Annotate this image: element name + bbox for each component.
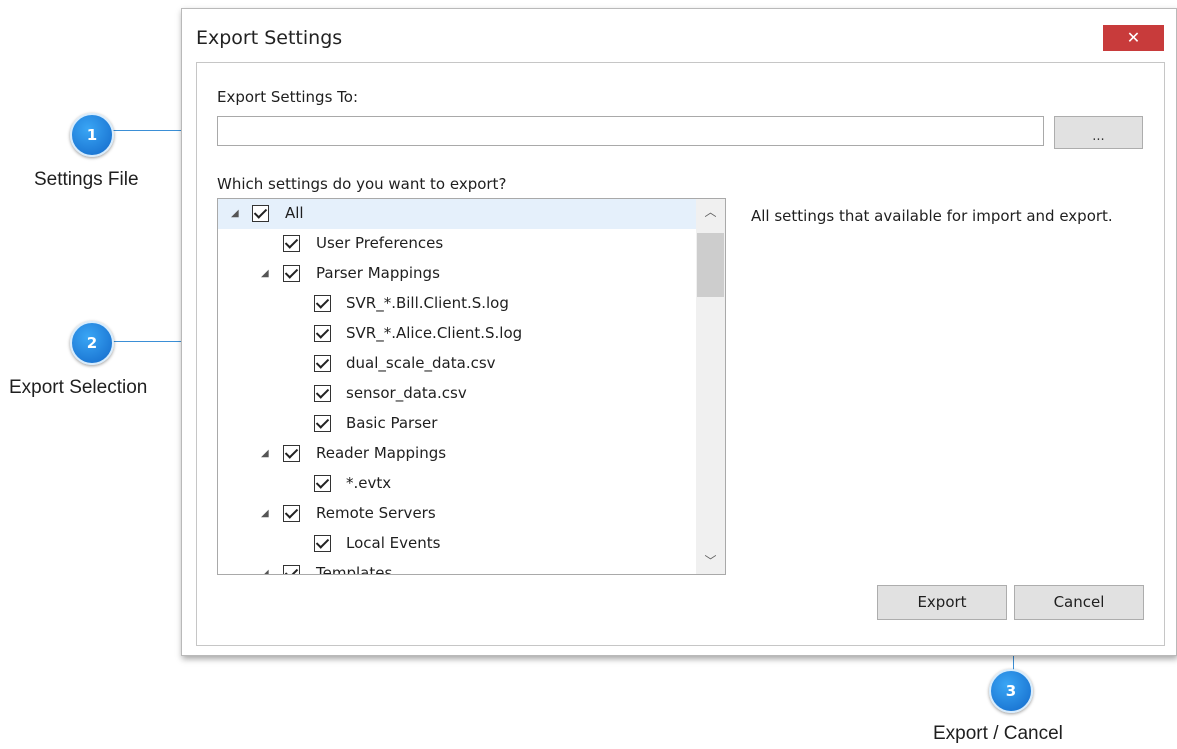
expand-arrow-icon[interactable]: ◢ [261,565,271,574]
export-settings-dialog: Export Settings ✕ Export Settings To: ..… [181,8,1177,656]
tree-item-basic-parser[interactable]: Basic Parser [218,409,696,439]
callout-3-label: Export / Cancel [933,723,1063,744]
checkbox[interactable] [283,265,300,282]
close-button[interactable]: ✕ [1103,25,1164,51]
close-icon: ✕ [1126,28,1141,47]
checkbox[interactable] [314,355,331,372]
tree-scrollbar[interactable]: ︿ ﹀ [696,199,725,574]
checkbox[interactable] [314,295,331,312]
tree-item-label: Parser Mappings [316,264,440,282]
browse-button[interactable]: ... [1054,116,1143,149]
dialog-body: Export Settings To: ... Which settings d… [196,62,1165,646]
tree-item-label: dual_scale_data.csv [346,354,496,372]
tree-item-sensor-data[interactable]: sensor_data.csv [218,379,696,409]
checkbox[interactable] [283,565,300,574]
tree-item-label: Templates [316,564,393,575]
tree-item-label: All [285,204,304,222]
callout-2-label: Export Selection [9,377,148,398]
setting-description: All settings that available for import a… [751,207,1113,225]
scroll-down-icon[interactable]: ﹀ [696,548,725,574]
checkbox[interactable] [283,505,300,522]
cancel-button[interactable]: Cancel [1014,585,1144,620]
export-button[interactable]: Export [877,585,1007,620]
tree-item-all[interactable]: ◢ All [218,199,696,229]
callout-1-label: Settings File [34,169,139,190]
tree-item-label: Basic Parser [346,414,438,432]
tree-item-alice-log[interactable]: SVR_*.Alice.Client.S.log [218,319,696,349]
checkbox[interactable] [283,235,300,252]
export-to-label: Export Settings To: [217,88,359,106]
tree-item-parser-mappings[interactable]: ◢ Parser Mappings [218,259,696,289]
which-settings-label: Which settings do you want to export? [217,175,507,193]
tree-item-label: Remote Servers [316,504,436,522]
tree-item-templates[interactable]: ◢ Templates [218,559,696,575]
tree-item-dual-scale-data[interactable]: dual_scale_data.csv [218,349,696,379]
expand-arrow-icon[interactable]: ◢ [261,445,271,463]
tree-item-label: Reader Mappings [316,444,447,462]
tree-item-local-events[interactable]: Local Events [218,529,696,559]
tree-item-label: *.evtx [346,474,392,492]
expand-arrow-icon[interactable]: ◢ [261,265,271,283]
dialog-title: Export Settings [196,27,343,49]
settings-tree[interactable]: ◢ All User Preferences ◢ Parser Mappings… [217,198,726,575]
tree-item-reader-mappings[interactable]: ◢ Reader Mappings [218,439,696,469]
checkbox[interactable] [314,385,331,402]
callout-3-badge: 3 [989,669,1033,713]
checkbox[interactable] [283,445,300,462]
expand-arrow-icon[interactable]: ◢ [261,505,271,523]
tree-item-remote-servers[interactable]: ◢ Remote Servers [218,499,696,529]
scroll-thumb[interactable] [697,233,724,297]
tree-item-label: SVR_*.Alice.Client.S.log [346,324,523,342]
tree-item-label: Local Events [346,534,441,552]
callout-1-badge: 1 [70,113,114,157]
callout-2-badge: 2 [70,321,114,365]
checkbox[interactable] [314,415,331,432]
tree-item-label: sensor_data.csv [346,384,467,402]
tree-item-label: SVR_*.Bill.Client.S.log [346,294,509,312]
tree-item-evtx[interactable]: *.evtx [218,469,696,499]
checkbox[interactable] [314,325,331,342]
checkbox[interactable] [314,475,331,492]
dialog-titlebar: Export Settings ✕ [182,9,1176,63]
export-path-input[interactable] [217,116,1044,146]
expand-arrow-icon[interactable]: ◢ [231,205,241,223]
tree-item-label: User Preferences [316,234,444,252]
tree-item-user-preferences[interactable]: User Preferences [218,229,696,259]
scroll-up-icon[interactable]: ︿ [696,199,725,225]
checkbox[interactable] [314,535,331,552]
checkbox[interactable] [252,205,269,222]
tree-item-bill-log[interactable]: SVR_*.Bill.Client.S.log [218,289,696,319]
